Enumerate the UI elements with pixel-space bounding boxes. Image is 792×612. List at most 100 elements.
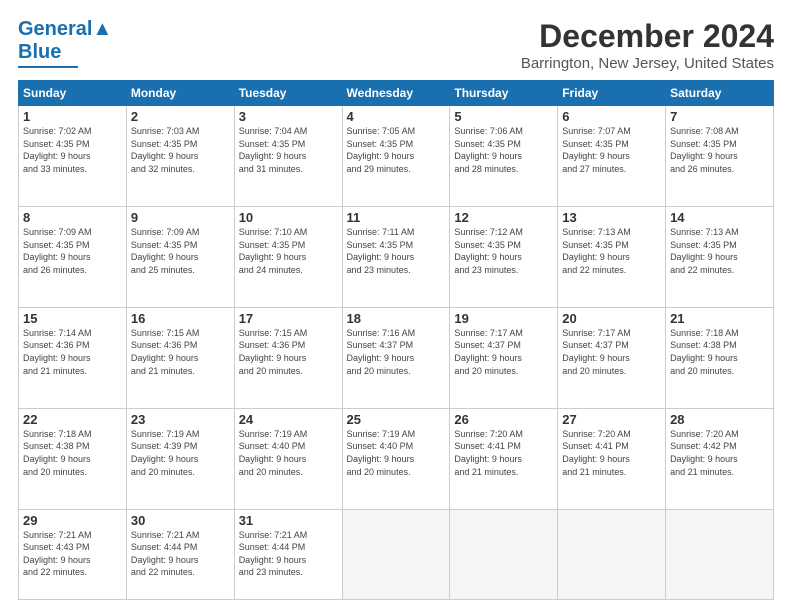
day-number: 9 <box>131 210 230 225</box>
day-info: Sunrise: 7:19 AM Sunset: 4:40 PM Dayligh… <box>347 428 446 478</box>
calendar-cell: 27Sunrise: 7:20 AM Sunset: 4:41 PM Dayli… <box>558 408 666 509</box>
day-number: 11 <box>347 210 446 225</box>
day-info: Sunrise: 7:07 AM Sunset: 4:35 PM Dayligh… <box>562 125 661 175</box>
day-info: Sunrise: 7:19 AM Sunset: 4:40 PM Dayligh… <box>239 428 338 478</box>
day-number: 14 <box>670 210 769 225</box>
week-row-1: 1Sunrise: 7:02 AM Sunset: 4:35 PM Daylig… <box>19 106 774 207</box>
day-info: Sunrise: 7:20 AM Sunset: 4:42 PM Dayligh… <box>670 428 769 478</box>
calendar-cell: 18Sunrise: 7:16 AM Sunset: 4:37 PM Dayli… <box>342 307 450 408</box>
day-info: Sunrise: 7:16 AM Sunset: 4:37 PM Dayligh… <box>347 327 446 377</box>
day-info: Sunrise: 7:21 AM Sunset: 4:43 PM Dayligh… <box>23 529 122 579</box>
calendar-cell: 24Sunrise: 7:19 AM Sunset: 4:40 PM Dayli… <box>234 408 342 509</box>
day-number: 6 <box>562 109 661 124</box>
day-info: Sunrise: 7:18 AM Sunset: 4:38 PM Dayligh… <box>23 428 122 478</box>
logo-divider <box>18 66 78 68</box>
title-block: December 2024 Barrington, New Jersey, Un… <box>521 18 774 72</box>
calendar-cell: 10Sunrise: 7:10 AM Sunset: 4:35 PM Dayli… <box>234 206 342 307</box>
day-info: Sunrise: 7:18 AM Sunset: 4:38 PM Dayligh… <box>670 327 769 377</box>
day-info: Sunrise: 7:21 AM Sunset: 4:44 PM Dayligh… <box>239 529 338 579</box>
calendar-cell: 26Sunrise: 7:20 AM Sunset: 4:41 PM Dayli… <box>450 408 558 509</box>
calendar-cell: 4Sunrise: 7:05 AM Sunset: 4:35 PM Daylig… <box>342 106 450 207</box>
calendar-cell <box>666 509 774 599</box>
day-info: Sunrise: 7:13 AM Sunset: 4:35 PM Dayligh… <box>670 226 769 276</box>
calendar-cell: 1Sunrise: 7:02 AM Sunset: 4:35 PM Daylig… <box>19 106 127 207</box>
calendar-cell: 29Sunrise: 7:21 AM Sunset: 4:43 PM Dayli… <box>19 509 127 599</box>
day-number: 24 <box>239 412 338 427</box>
day-info: Sunrise: 7:10 AM Sunset: 4:35 PM Dayligh… <box>239 226 338 276</box>
calendar-cell: 22Sunrise: 7:18 AM Sunset: 4:38 PM Dayli… <box>19 408 127 509</box>
day-info: Sunrise: 7:12 AM Sunset: 4:35 PM Dayligh… <box>454 226 553 276</box>
day-info: Sunrise: 7:15 AM Sunset: 4:36 PM Dayligh… <box>239 327 338 377</box>
calendar-cell: 19Sunrise: 7:17 AM Sunset: 4:37 PM Dayli… <box>450 307 558 408</box>
calendar-cell: 12Sunrise: 7:12 AM Sunset: 4:35 PM Dayli… <box>450 206 558 307</box>
weekday-header-monday: Monday <box>126 81 234 106</box>
day-number: 8 <box>23 210 122 225</box>
day-info: Sunrise: 7:15 AM Sunset: 4:36 PM Dayligh… <box>131 327 230 377</box>
day-info: Sunrise: 7:06 AM Sunset: 4:35 PM Dayligh… <box>454 125 553 175</box>
day-number: 3 <box>239 109 338 124</box>
day-info: Sunrise: 7:14 AM Sunset: 4:36 PM Dayligh… <box>23 327 122 377</box>
calendar-cell: 17Sunrise: 7:15 AM Sunset: 4:36 PM Dayli… <box>234 307 342 408</box>
weekday-header-friday: Friday <box>558 81 666 106</box>
day-number: 22 <box>23 412 122 427</box>
calendar-cell: 31Sunrise: 7:21 AM Sunset: 4:44 PM Dayli… <box>234 509 342 599</box>
day-info: Sunrise: 7:04 AM Sunset: 4:35 PM Dayligh… <box>239 125 338 175</box>
day-number: 7 <box>670 109 769 124</box>
calendar-cell <box>558 509 666 599</box>
day-number: 4 <box>347 109 446 124</box>
calendar-cell: 25Sunrise: 7:19 AM Sunset: 4:40 PM Dayli… <box>342 408 450 509</box>
calendar-cell <box>450 509 558 599</box>
calendar-cell: 3Sunrise: 7:04 AM Sunset: 4:35 PM Daylig… <box>234 106 342 207</box>
calendar-cell: 20Sunrise: 7:17 AM Sunset: 4:37 PM Dayli… <box>558 307 666 408</box>
day-number: 17 <box>239 311 338 326</box>
logo-text2: Blue <box>18 41 61 64</box>
calendar-cell: 14Sunrise: 7:13 AM Sunset: 4:35 PM Dayli… <box>666 206 774 307</box>
calendar-cell: 28Sunrise: 7:20 AM Sunset: 4:42 PM Dayli… <box>666 408 774 509</box>
logo: General▲ Blue <box>18 18 112 68</box>
day-number: 30 <box>131 513 230 528</box>
day-info: Sunrise: 7:03 AM Sunset: 4:35 PM Dayligh… <box>131 125 230 175</box>
day-info: Sunrise: 7:08 AM Sunset: 4:35 PM Dayligh… <box>670 125 769 175</box>
day-number: 1 <box>23 109 122 124</box>
day-info: Sunrise: 7:02 AM Sunset: 4:35 PM Dayligh… <box>23 125 122 175</box>
day-number: 27 <box>562 412 661 427</box>
day-number: 19 <box>454 311 553 326</box>
day-info: Sunrise: 7:21 AM Sunset: 4:44 PM Dayligh… <box>131 529 230 579</box>
logo-text: General▲ <box>18 18 112 41</box>
calendar-cell: 30Sunrise: 7:21 AM Sunset: 4:44 PM Dayli… <box>126 509 234 599</box>
day-number: 13 <box>562 210 661 225</box>
day-number: 15 <box>23 311 122 326</box>
calendar-cell: 21Sunrise: 7:18 AM Sunset: 4:38 PM Dayli… <box>666 307 774 408</box>
day-info: Sunrise: 7:17 AM Sunset: 4:37 PM Dayligh… <box>454 327 553 377</box>
weekday-header-thursday: Thursday <box>450 81 558 106</box>
day-number: 31 <box>239 513 338 528</box>
day-info: Sunrise: 7:05 AM Sunset: 4:35 PM Dayligh… <box>347 125 446 175</box>
day-number: 16 <box>131 311 230 326</box>
calendar-cell: 7Sunrise: 7:08 AM Sunset: 4:35 PM Daylig… <box>666 106 774 207</box>
calendar-cell: 9Sunrise: 7:09 AM Sunset: 4:35 PM Daylig… <box>126 206 234 307</box>
day-number: 5 <box>454 109 553 124</box>
weekday-header-tuesday: Tuesday <box>234 81 342 106</box>
weekday-header-wednesday: Wednesday <box>342 81 450 106</box>
week-row-5: 29Sunrise: 7:21 AM Sunset: 4:43 PM Dayli… <box>19 509 774 599</box>
calendar-cell: 13Sunrise: 7:13 AM Sunset: 4:35 PM Dayli… <box>558 206 666 307</box>
day-number: 29 <box>23 513 122 528</box>
week-row-4: 22Sunrise: 7:18 AM Sunset: 4:38 PM Dayli… <box>19 408 774 509</box>
day-number: 10 <box>239 210 338 225</box>
calendar-cell <box>342 509 450 599</box>
weekday-header-row: SundayMondayTuesdayWednesdayThursdayFrid… <box>19 81 774 106</box>
day-info: Sunrise: 7:11 AM Sunset: 4:35 PM Dayligh… <box>347 226 446 276</box>
calendar-cell: 16Sunrise: 7:15 AM Sunset: 4:36 PM Dayli… <box>126 307 234 408</box>
day-info: Sunrise: 7:20 AM Sunset: 4:41 PM Dayligh… <box>454 428 553 478</box>
page: General▲ Blue December 2024 Barrington, … <box>0 0 792 612</box>
calendar-cell: 23Sunrise: 7:19 AM Sunset: 4:39 PM Dayli… <box>126 408 234 509</box>
calendar-cell: 5Sunrise: 7:06 AM Sunset: 4:35 PM Daylig… <box>450 106 558 207</box>
weekday-header-sunday: Sunday <box>19 81 127 106</box>
calendar-table: SundayMondayTuesdayWednesdayThursdayFrid… <box>18 80 774 600</box>
day-number: 20 <box>562 311 661 326</box>
calendar-cell: 6Sunrise: 7:07 AM Sunset: 4:35 PM Daylig… <box>558 106 666 207</box>
location-title: Barrington, New Jersey, United States <box>521 55 774 72</box>
day-number: 18 <box>347 311 446 326</box>
day-info: Sunrise: 7:17 AM Sunset: 4:37 PM Dayligh… <box>562 327 661 377</box>
week-row-2: 8Sunrise: 7:09 AM Sunset: 4:35 PM Daylig… <box>19 206 774 307</box>
